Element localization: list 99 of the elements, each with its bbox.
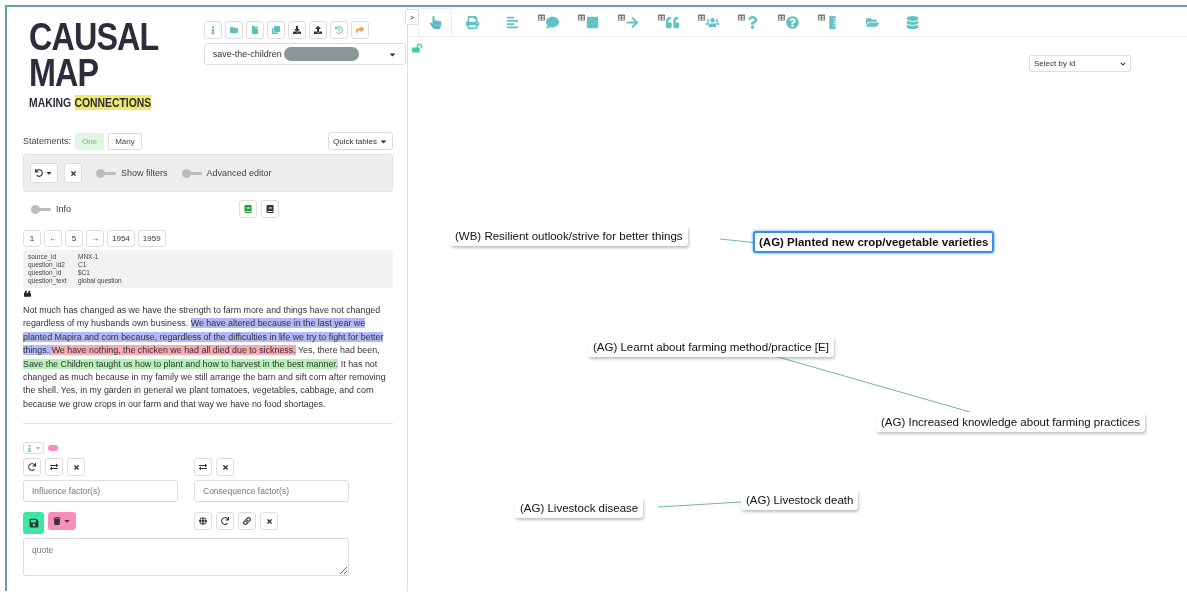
close-icon bbox=[221, 463, 229, 471]
refresh-icon bbox=[28, 463, 36, 472]
clear-button[interactable] bbox=[64, 163, 82, 183]
swap-button[interactable] bbox=[45, 458, 63, 477]
logo-tagline: CONNECTIONS bbox=[74, 95, 152, 110]
file-icon bbox=[250, 26, 259, 34]
share-icon bbox=[355, 26, 364, 34]
pagination-button[interactable]: ← bbox=[44, 230, 62, 247]
users-icon bbox=[705, 16, 719, 29]
info-button[interactable] bbox=[203, 21, 222, 39]
pagination-button[interactable]: → bbox=[86, 230, 104, 247]
info-icon bbox=[26, 444, 33, 452]
book-icon bbox=[266, 205, 274, 213]
hand-pointer-tab[interactable] bbox=[418, 8, 452, 36]
table-icon bbox=[577, 14, 585, 21]
printer-icon bbox=[465, 16, 479, 29]
book-button[interactable] bbox=[261, 200, 279, 218]
map-node[interactable]: (AG) Planted new crop/vegetable varieties bbox=[753, 231, 995, 253]
caret-icon bbox=[35, 445, 41, 452]
table-icon bbox=[537, 14, 545, 21]
quick-tables-button[interactable]: Quick tables bbox=[327, 132, 393, 150]
hand-pointer-icon bbox=[428, 16, 442, 29]
close-icon bbox=[72, 463, 80, 471]
swap-icon bbox=[199, 463, 207, 472]
statement-text: Not much has changed as we have the strength to farm more and things have not changed regardless of my husbands own business. We have altered because in the last year we planted Mapira and corn because, regardless of the difficulties in life we try to fight for better things. We have nothing, the chicken we had all died due to sickness. Yes, there had been, Save the Children taught us how to plant and how to harvest in the best manner. It has not changed as much because in my family we still arrange the barn and sift corn after removing the shell. Yes, in my garden in general we plant tomatoes, vegetables, cabbage, and corn because we grow crops in our farm and that way we have no food shortages. bbox=[23, 304, 387, 411]
tag-pill bbox=[48, 445, 58, 452]
logo-text: CAUSAL bbox=[29, 19, 159, 55]
statements-toggle[interactable]: Many bbox=[108, 132, 142, 150]
align-left-icon bbox=[505, 16, 519, 29]
map-node[interactable]: (AG) Learnt about farming method/practice [E] bbox=[588, 337, 834, 357]
folder-open-icon bbox=[865, 16, 879, 29]
caret-icon bbox=[45, 169, 53, 177]
globe-icon bbox=[199, 517, 207, 526]
toggle-label: Show filters bbox=[121, 168, 168, 178]
folder-button[interactable] bbox=[224, 21, 243, 39]
pagination-button[interactable]: 1 bbox=[23, 230, 41, 247]
table-icon bbox=[737, 14, 745, 21]
copy-icon bbox=[271, 26, 280, 34]
comment-icon bbox=[545, 16, 559, 29]
refresh-button[interactable] bbox=[23, 458, 41, 477]
toggle-label: Advanced editor bbox=[206, 168, 272, 178]
map-node[interactable]: (AG) Livestock death bbox=[741, 490, 859, 510]
link-icon bbox=[243, 517, 251, 526]
logo-text: MAP bbox=[29, 55, 100, 91]
history-icon bbox=[334, 26, 343, 34]
clear-button[interactable] bbox=[260, 512, 278, 531]
toggle-switch[interactable] bbox=[181, 171, 202, 175]
table-icon bbox=[617, 14, 625, 21]
swap-button[interactable] bbox=[194, 458, 212, 477]
upload-button[interactable] bbox=[308, 21, 327, 39]
table-icon bbox=[657, 14, 665, 21]
folder-icon bbox=[229, 26, 238, 34]
delete-dropdown[interactable] bbox=[48, 512, 76, 531]
download-button[interactable] bbox=[287, 21, 306, 39]
close-icon bbox=[265, 517, 273, 525]
logo-tagline: MAKING bbox=[29, 95, 72, 110]
pagination-button[interactable]: 1954 bbox=[107, 230, 135, 247]
table-icon bbox=[697, 14, 705, 21]
save-button[interactable] bbox=[23, 512, 44, 535]
consequence-field[interactable]: Consequence factor(s) bbox=[194, 480, 349, 503]
toggle-label: Info bbox=[56, 204, 71, 214]
project-select[interactable]: save-the-children bbox=[203, 43, 406, 65]
download-icon bbox=[292, 26, 301, 34]
toggle-switch[interactable] bbox=[96, 171, 116, 175]
map-node[interactable]: (WB) Resilient outlook/strive for better things bbox=[450, 226, 688, 246]
arrow-icon bbox=[625, 16, 639, 29]
link-button[interactable] bbox=[238, 512, 256, 531]
pagination-button[interactable]: 1959 bbox=[137, 230, 166, 247]
pagination-button[interactable]: 5 bbox=[65, 230, 83, 247]
file-button[interactable] bbox=[245, 21, 264, 39]
share-button[interactable] bbox=[350, 21, 369, 39]
select-by-id[interactable]: Select by id bbox=[1029, 55, 1131, 72]
question-icon bbox=[745, 16, 759, 29]
unlock-icon bbox=[411, 43, 422, 53]
influence-field[interactable]: Influence factor(s) bbox=[23, 480, 178, 503]
quote-icon bbox=[665, 16, 679, 29]
database-icon bbox=[905, 16, 919, 29]
quote-field[interactable]: quote bbox=[23, 538, 349, 577]
undo-dropdown[interactable] bbox=[30, 163, 58, 183]
statements-label: Statements: bbox=[23, 136, 72, 146]
refresh-icon bbox=[221, 517, 229, 526]
close-icon bbox=[69, 169, 77, 177]
save-icon bbox=[28, 518, 39, 529]
undo-icon bbox=[35, 169, 43, 177]
book-icon bbox=[244, 205, 252, 213]
table-icon bbox=[777, 14, 785, 21]
upload-icon bbox=[313, 26, 322, 34]
globe-button[interactable] bbox=[194, 512, 212, 531]
table-icon bbox=[817, 14, 825, 21]
map-node[interactable]: (AG) Increased knowledge about farming practices bbox=[876, 412, 1145, 432]
refresh-button[interactable] bbox=[216, 512, 234, 531]
trash-icon bbox=[53, 517, 61, 526]
swap-icon bbox=[50, 463, 58, 472]
clear-button[interactable] bbox=[67, 458, 85, 477]
clear-button[interactable] bbox=[216, 458, 234, 477]
map-node[interactable]: (AG) Livestock disease bbox=[515, 498, 644, 518]
quote-mark: ❝ bbox=[23, 292, 32, 304]
chevron-down-icon bbox=[1120, 60, 1126, 67]
toggle-switch[interactable] bbox=[31, 207, 51, 211]
